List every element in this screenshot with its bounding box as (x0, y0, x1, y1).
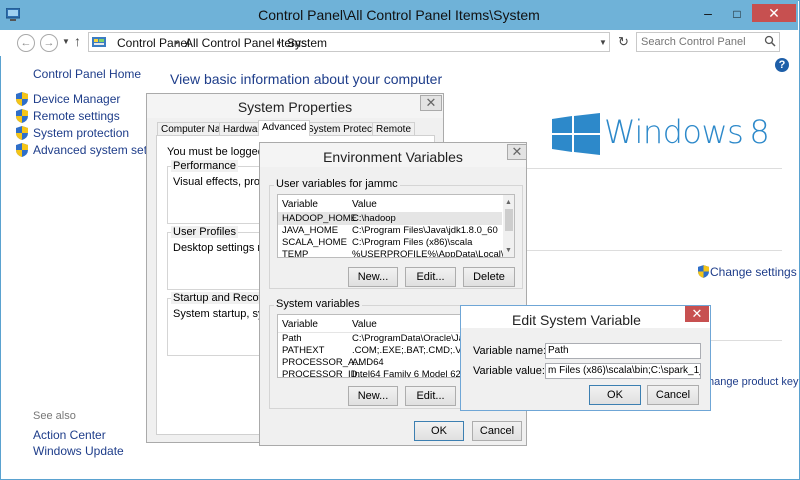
list-item[interactable]: HADOOP_HOME C:\hadoop (278, 213, 502, 225)
variable-name: TEMP (282, 249, 309, 258)
section-divider (527, 250, 782, 251)
variable-name: Path (282, 333, 302, 344)
search-icon[interactable] (764, 35, 776, 47)
breadcrumb-separator-icon[interactable]: ▸ (277, 37, 282, 48)
windows-logo-word: Windows (604, 113, 744, 151)
variable-name: SCALA_HOME (282, 237, 347, 248)
address-dropdown-chevron-icon[interactable]: ▼ (599, 38, 607, 47)
column-header-value[interactable]: Value (352, 319, 377, 330)
environment-variables-close-button[interactable]: ✕ (507, 144, 527, 160)
search-input[interactable] (641, 35, 759, 49)
uac-shield-icon (16, 126, 28, 140)
page-title: View basic information about your comput… (170, 71, 443, 87)
list-header: Variable Value (278, 195, 502, 213)
user-variables-group-title: User variables for jammc (274, 178, 400, 190)
tab-advanced[interactable]: Advanced (258, 120, 311, 136)
sidebar-item-label: Remote settings (33, 109, 120, 123)
list-item[interactable]: TEMP %USERPROFILE%\AppData\Local\Temp (278, 249, 514, 258)
system-properties-close-button[interactable]: ✕ (420, 95, 442, 111)
tab-remote[interactable]: Remote (372, 122, 416, 136)
help-icon[interactable]: ? (775, 58, 789, 72)
variable-name: PROCESSOR_A... (282, 357, 363, 368)
minimize-button[interactable]: – (695, 4, 721, 24)
control-panel-home-link[interactable]: Control Panel Home (33, 67, 141, 81)
variable-name-field[interactable]: Path (545, 343, 701, 359)
change-settings-label: Change settings (710, 265, 797, 279)
uac-shield-icon (16, 92, 28, 106)
variable-name-label: Variable name: (473, 345, 547, 357)
user-edit-button[interactable]: Edit... (405, 267, 456, 287)
see-also-heading: See also (33, 410, 76, 422)
system-variables-group-title: System variables (274, 298, 362, 310)
edit-system-variable-dialog: Edit System Variable ✕ Variable name: Pa… (460, 305, 711, 411)
variable-name: PATHEXT (282, 345, 325, 356)
variable-name: HADOOP_HOME (282, 213, 357, 224)
action-center-link[interactable]: Action Center (33, 428, 106, 442)
maximize-button[interactable]: □ (724, 4, 750, 24)
column-header-value[interactable]: Value (352, 199, 377, 210)
variable-value: %USERPROFILE%\AppData\Local\Temp (352, 249, 515, 258)
uac-shield-icon (698, 265, 709, 278)
forward-arrow-icon[interactable]: → (40, 34, 58, 52)
section-divider (711, 340, 782, 341)
sidebar-item-label: System protection (33, 126, 130, 140)
windows-logo-icon (552, 113, 600, 155)
variable-value: C:\Program Files\Java\jdk1.8.0_60 (352, 225, 498, 236)
variable-value-field[interactable]: m Files (x86)\scala\bin;C:\spark_1_4_1\b… (545, 363, 701, 379)
variable-name: JAVA_HOME (282, 225, 339, 236)
list-item[interactable]: SCALA_HOME C:\Program Files (x86)\scala (278, 237, 502, 249)
variable-value: C:\hadoop (352, 213, 396, 224)
back-arrow-icon[interactable]: ← (17, 34, 35, 52)
close-window-button[interactable]: ✕ (752, 4, 796, 22)
uac-shield-icon (16, 109, 28, 123)
edit-system-variable-close-button[interactable]: ✕ (685, 306, 709, 322)
scrollbar-thumb[interactable] (505, 209, 513, 231)
edit-system-variable-title: Edit System Variable (512, 312, 641, 328)
change-product-key-link[interactable]: hange product key (708, 376, 799, 388)
user-profiles-group-title: User Profiles (171, 226, 238, 238)
windows-update-link[interactable]: Windows Update (33, 444, 124, 458)
variable-value-label: Variable value: (473, 365, 545, 377)
user-new-button[interactable]: New... (348, 267, 398, 287)
vertical-scrollbar[interactable]: ▲ ▼ (503, 195, 514, 257)
variable-value: AMD64 (352, 357, 384, 368)
control-panel-icon (92, 37, 106, 47)
system-properties-title: System Properties (237, 99, 353, 115)
performance-group-title: Performance (171, 160, 238, 172)
cancel-button[interactable]: Cancel (472, 421, 522, 441)
user-delete-button[interactable]: Delete (463, 267, 515, 287)
sidebar-item-label: Device Manager (33, 92, 121, 106)
ok-button[interactable]: OK (414, 421, 464, 441)
up-arrow-icon[interactable]: ↑ (74, 33, 81, 49)
refresh-icon[interactable]: ↻ (618, 34, 629, 50)
scroll-up-arrow-icon[interactable]: ▲ (505, 199, 512, 206)
variable-value: C:\Program Files (x86)\scala (352, 237, 473, 248)
system-new-button[interactable]: New... (348, 386, 398, 406)
windows-8-logo-text: Windows 8 (604, 113, 770, 151)
windows-version-number: 8 (749, 113, 770, 151)
breadcrumb-system[interactable]: System (287, 36, 327, 50)
window-title: Control Panel\All Control Panel Items\Sy… (258, 7, 540, 23)
uac-shield-icon (16, 143, 28, 157)
environment-variables-title: Environment Variables (323, 149, 463, 165)
ok-button[interactable]: OK (589, 385, 641, 405)
column-header-variable[interactable]: Variable (282, 319, 318, 330)
cancel-button[interactable]: Cancel (647, 385, 699, 405)
column-header-variable[interactable]: Variable (282, 199, 318, 210)
scroll-down-arrow-icon[interactable]: ▼ (505, 247, 512, 254)
list-item[interactable]: JAVA_HOME C:\Program Files\Java\jdk1.8.0… (278, 225, 502, 237)
breadcrumb-separator-icon[interactable]: ▸ (175, 37, 180, 48)
user-variables-list[interactable]: Variable Value HADOOP_HOME C:\hadoop JAV… (277, 194, 515, 258)
system-edit-button[interactable]: Edit... (405, 386, 456, 406)
recent-locations-chevron-icon[interactable]: ▼ (62, 37, 70, 46)
